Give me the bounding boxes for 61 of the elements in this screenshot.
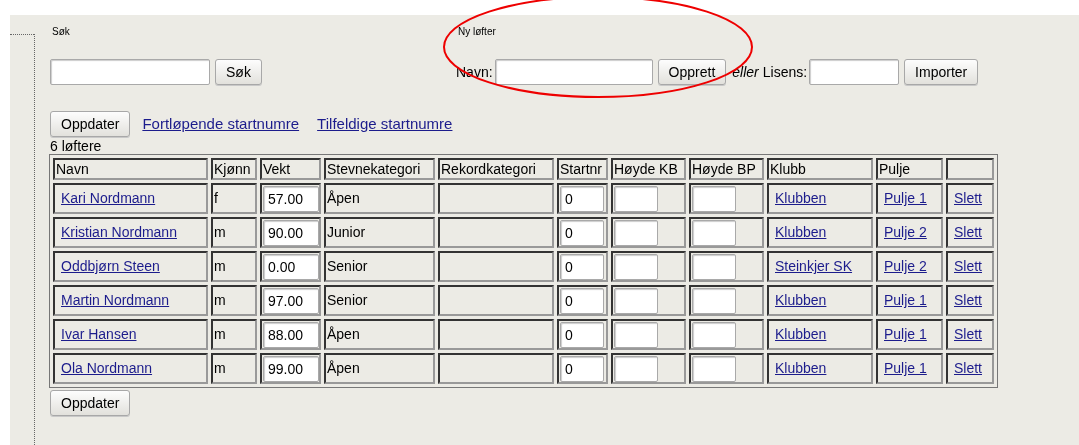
startnumber-link[interactable]: Fortløpende startnumre <box>142 112 300 136</box>
weight-field[interactable]: 99.00 <box>263 355 319 382</box>
gender-cell: f <box>211 183 257 214</box>
license-label: Lisens: <box>762 62 808 82</box>
column-header: Pulje <box>876 158 943 180</box>
height-field[interactable] <box>692 219 736 246</box>
height-field[interactable] <box>614 219 658 246</box>
start-number-field[interactable]: 0 <box>560 287 604 314</box>
height-field[interactable] <box>614 253 658 280</box>
height-field[interactable] <box>692 185 736 212</box>
column-header: Vekt <box>260 158 321 180</box>
start-number-field[interactable]: 0 <box>560 185 604 212</box>
height-field[interactable] <box>614 185 658 212</box>
category-cell: Åpen <box>324 353 435 384</box>
column-header: Rekordkategori <box>438 158 554 180</box>
category-cell: Åpen <box>324 183 435 214</box>
column-header: Klubb <box>767 158 873 180</box>
import-button[interactable]: Importer <box>904 59 979 85</box>
height-field[interactable] <box>692 287 736 314</box>
gender-cell: m <box>211 251 257 282</box>
height-field[interactable] <box>614 355 658 382</box>
name-field[interactable] <box>494 59 653 85</box>
startnumber-link[interactable]: Tilfeldige startnumre <box>317 112 453 136</box>
search-button[interactable]: Søk <box>215 59 262 85</box>
search-heading: Søk <box>51 25 71 39</box>
license-field[interactable] <box>809 59 900 85</box>
category-cell: Senior <box>324 285 435 316</box>
new-lifter-heading: Ny løfter <box>457 25 496 39</box>
gender-cell: m <box>211 353 257 384</box>
column-header: Startnr <box>557 158 608 180</box>
height-field[interactable] <box>692 321 736 348</box>
height-field[interactable] <box>692 355 736 382</box>
category-cell: Åpen <box>324 319 435 350</box>
height-field[interactable] <box>614 321 658 348</box>
weight-field[interactable]: 97.00 <box>263 287 319 314</box>
create-button[interactable]: Opprett <box>657 59 727 85</box>
start-number-field[interactable]: 0 <box>560 321 604 348</box>
weight-field[interactable]: 0.00 <box>263 253 319 280</box>
column-header: Høyde BP <box>689 158 764 180</box>
gender-cell: m <box>211 319 257 350</box>
gender-cell: m <box>211 285 257 316</box>
update-button[interactable]: Oppdater <box>50 111 131 137</box>
column-header: Navn <box>53 158 208 180</box>
start-number-field[interactable]: 0 <box>560 355 604 382</box>
or-text: eller <box>732 62 759 82</box>
column-header: Høyde KB <box>611 158 686 180</box>
weight-field[interactable]: 57.00 <box>263 185 319 212</box>
lifter-count: 6 løftere <box>50 138 102 154</box>
gender-cell: m <box>211 217 257 248</box>
search-field[interactable] <box>50 59 210 85</box>
update-button[interactable]: Oppdater <box>50 390 131 416</box>
start-number-field[interactable]: 0 <box>560 253 604 280</box>
weight-field[interactable]: 88.00 <box>263 321 319 348</box>
weight-field[interactable]: 90.00 <box>263 219 319 246</box>
column-header: Stevnekategori <box>324 158 435 180</box>
height-field[interactable] <box>614 287 658 314</box>
column-header: Kjønn <box>211 158 257 180</box>
category-cell: Senior <box>324 251 435 282</box>
start-number-field[interactable]: 0 <box>560 219 604 246</box>
category-cell: Junior <box>324 217 435 248</box>
height-field[interactable] <box>692 253 736 280</box>
